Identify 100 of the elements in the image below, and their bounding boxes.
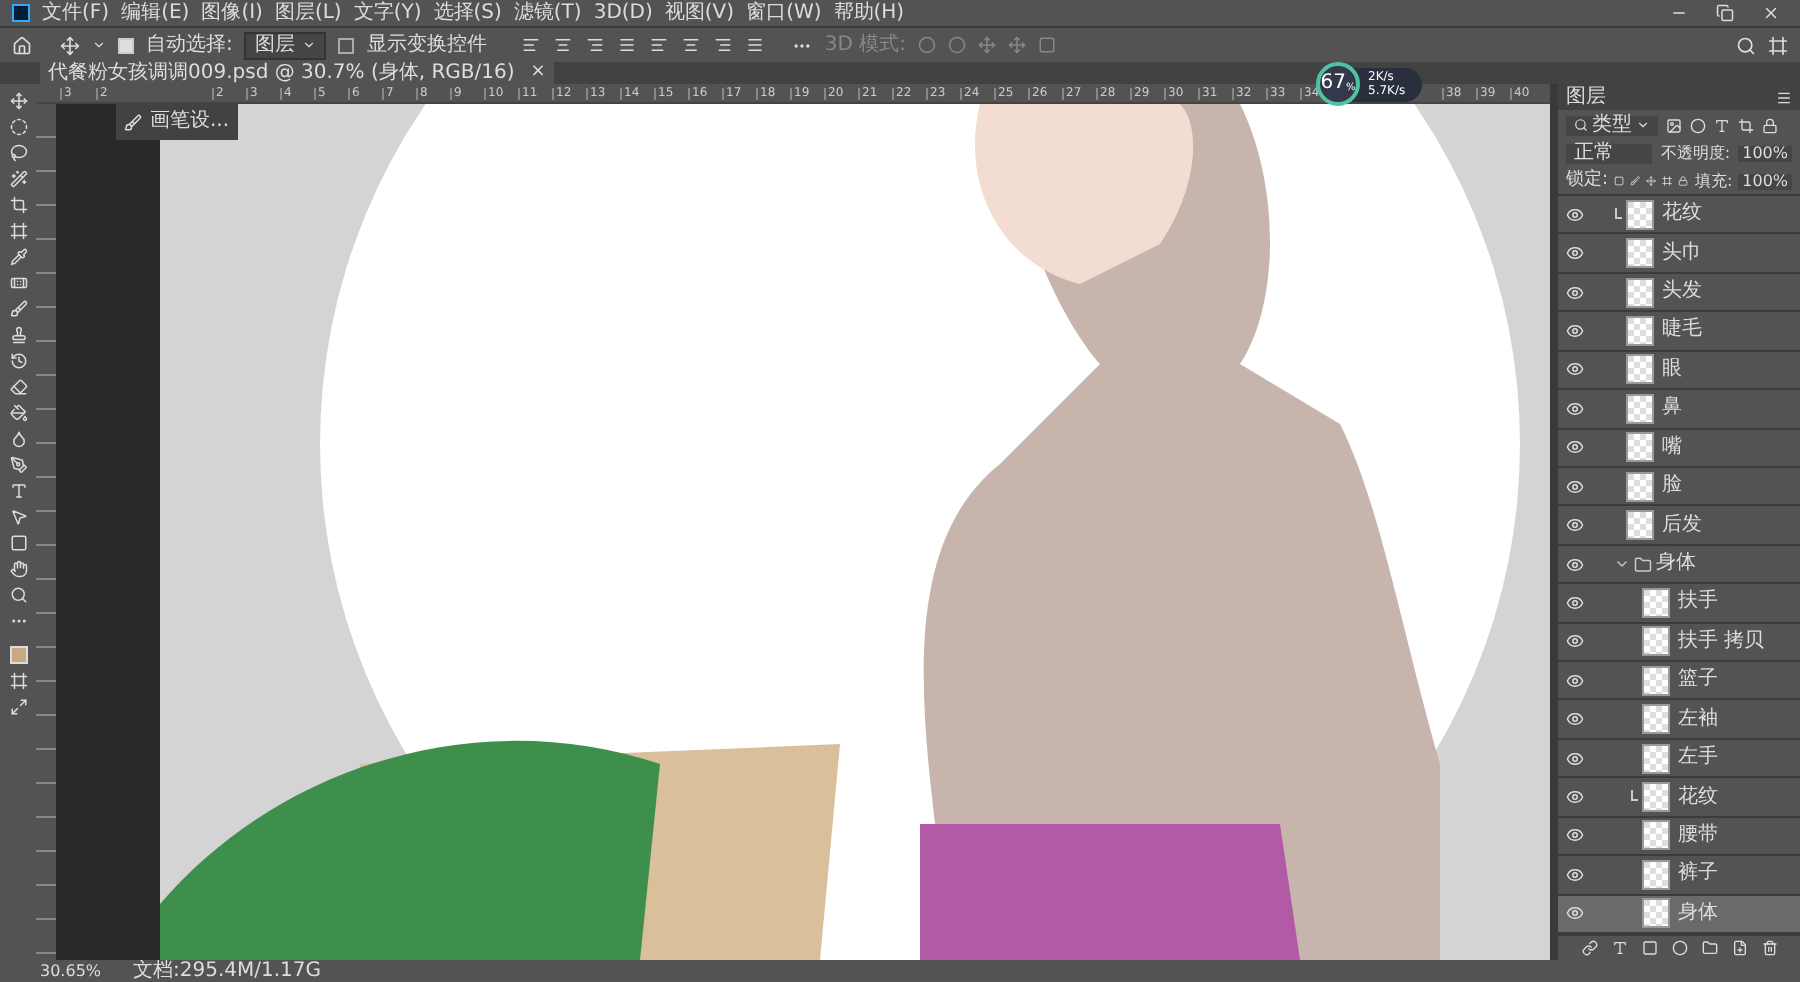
align-icon[interactable]	[714, 36, 733, 54]
layer-row[interactable]: 腰带	[1558, 817, 1800, 857]
align-icon[interactable]	[650, 36, 669, 54]
layer-action-icon[interactable]	[1611, 940, 1627, 956]
layer-row[interactable]: 扶手	[1558, 584, 1800, 624]
layer-row[interactable]: 左袖	[1558, 700, 1800, 740]
bandage-icon[interactable]	[9, 274, 27, 292]
eraser-icon[interactable]	[9, 378, 27, 396]
align-icon[interactable]	[682, 36, 701, 54]
menu-item[interactable]: 帮助(H)	[833, 3, 905, 23]
layer-row[interactable]: 头巾	[1558, 234, 1800, 274]
layer-action-icon[interactable]	[1731, 940, 1747, 956]
eye-icon[interactable]	[1565, 516, 1583, 535]
layer-row[interactable]: 左手	[1558, 739, 1800, 779]
menu-item[interactable]: 文件(F)	[42, 3, 110, 23]
align-icon[interactable]	[618, 36, 637, 54]
lasso-icon[interactable]	[9, 144, 27, 162]
menu-item[interactable]: 图层(L)	[274, 3, 342, 23]
eye-icon[interactable]	[1565, 593, 1583, 612]
target-dropdown[interactable]: 图层	[244, 31, 327, 59]
align-icon[interactable]	[554, 36, 573, 54]
eye-icon[interactable]	[1565, 632, 1583, 651]
menu-item[interactable]: 滤镜(T)	[513, 3, 582, 23]
layer-row[interactable]: 身体	[1558, 895, 1800, 934]
type-icon[interactable]	[9, 482, 27, 500]
menu-item[interactable]: 图像(I)	[201, 3, 263, 23]
menu-icon[interactable]	[1776, 89, 1792, 105]
pen-icon[interactable]	[9, 456, 27, 474]
rectangle-icon[interactable]	[9, 534, 27, 552]
brush-settings-panel[interactable]: 画笔设...	[116, 104, 238, 140]
auto-select-checkbox[interactable]	[118, 37, 134, 53]
magic-wand-icon[interactable]	[9, 170, 27, 188]
home-icon[interactable]	[12, 35, 32, 55]
layer-row[interactable]: 眼	[1558, 351, 1800, 391]
eye-icon[interactable]	[1565, 244, 1583, 263]
layer-row[interactable]: 头发	[1558, 273, 1800, 313]
eyedropper-icon[interactable]	[9, 248, 27, 266]
zoom-icon[interactable]	[9, 586, 27, 604]
panel-tab[interactable]: 图层	[1566, 87, 1606, 107]
layer-row[interactable]: 鼻	[1558, 390, 1800, 430]
search-icon[interactable]	[1736, 35, 1756, 55]
paint-bucket-icon[interactable]	[9, 404, 27, 422]
eye-icon[interactable]	[1565, 399, 1583, 418]
layer-row[interactable]: 睫毛	[1558, 312, 1800, 352]
menu-item[interactable]: 文字(Y)	[353, 3, 422, 23]
eye-icon[interactable]	[1565, 205, 1583, 224]
eye-icon[interactable]	[1565, 438, 1583, 457]
stamp-icon[interactable]	[9, 326, 27, 344]
layer-row[interactable]: 后发	[1558, 506, 1800, 546]
layer-row[interactable]: 裤子	[1558, 856, 1800, 896]
eye-icon[interactable]	[1565, 360, 1583, 379]
filter-icon[interactable]	[1690, 117, 1706, 133]
pointer-icon[interactable]	[9, 508, 27, 526]
caret-icon[interactable]	[92, 38, 106, 52]
marquee-icon[interactable]	[9, 118, 27, 136]
eye-icon[interactable]	[1565, 826, 1583, 845]
expand-icon[interactable]	[1614, 556, 1630, 572]
layer-row[interactable]: 脸	[1558, 467, 1800, 507]
history-brush-icon[interactable]	[9, 352, 27, 370]
eye-icon[interactable]	[1565, 477, 1583, 496]
filter-dropdown[interactable]: 类型	[1566, 115, 1658, 135]
align-icon[interactable]	[586, 36, 605, 54]
eye-icon[interactable]	[1565, 710, 1583, 729]
document-tab[interactable]: 代餐粉女孩调调009.psd @ 30.7% (身体, RGB/16) ×	[40, 62, 554, 84]
eye-icon[interactable]	[1565, 865, 1583, 884]
filter-icon[interactable]	[1738, 117, 1754, 133]
layer-row[interactable]: 花纹	[1558, 778, 1800, 818]
fill-field[interactable]: 100%	[1738, 173, 1793, 189]
move-icon[interactable]	[60, 35, 80, 55]
layer-row[interactable]: 身体	[1558, 545, 1800, 585]
layer-row[interactable]: 扶手 拷贝	[1558, 623, 1800, 663]
filter-icon[interactable]	[1714, 117, 1730, 133]
menu-item[interactable]: 窗口(W)	[746, 3, 822, 23]
menu-item[interactable]: 视图(V)	[664, 3, 735, 23]
layer-row[interactable]: 花纹	[1558, 196, 1800, 235]
crop-icon[interactable]	[9, 196, 27, 214]
screen-mode-icon[interactable]	[9, 698, 27, 716]
layer-action-icon[interactable]	[1761, 940, 1777, 956]
filter-icon[interactable]	[1666, 117, 1682, 133]
move-icon[interactable]	[9, 92, 27, 110]
menu-item[interactable]: 编辑(E)	[121, 3, 190, 23]
layer-row[interactable]: 篮子	[1558, 662, 1800, 701]
align-icon[interactable]	[522, 36, 541, 54]
eye-icon[interactable]	[1565, 283, 1583, 302]
restore-icon[interactable]	[1716, 4, 1734, 22]
layer-action-icon[interactable]	[1701, 940, 1717, 956]
layer-row[interactable]: 嘴	[1558, 429, 1800, 468]
foreground-color-swatch[interactable]	[9, 646, 27, 664]
brush-icon[interactable]	[9, 300, 27, 318]
menu-item[interactable]: 选择(S)	[433, 3, 502, 23]
droplet-icon[interactable]	[9, 430, 27, 448]
hand-icon[interactable]	[9, 560, 27, 578]
tab-close-button[interactable]: ×	[530, 64, 546, 82]
eye-icon[interactable]	[1565, 788, 1583, 807]
layer-action-icon[interactable]	[1581, 940, 1597, 956]
eye-icon[interactable]	[1565, 555, 1583, 573]
blend-mode-dropdown[interactable]: 正常	[1566, 144, 1653, 164]
opacity-field[interactable]: 100%	[1738, 146, 1792, 162]
menu-item[interactable]: 3D(D)	[593, 3, 653, 23]
eye-icon[interactable]	[1565, 671, 1583, 690]
